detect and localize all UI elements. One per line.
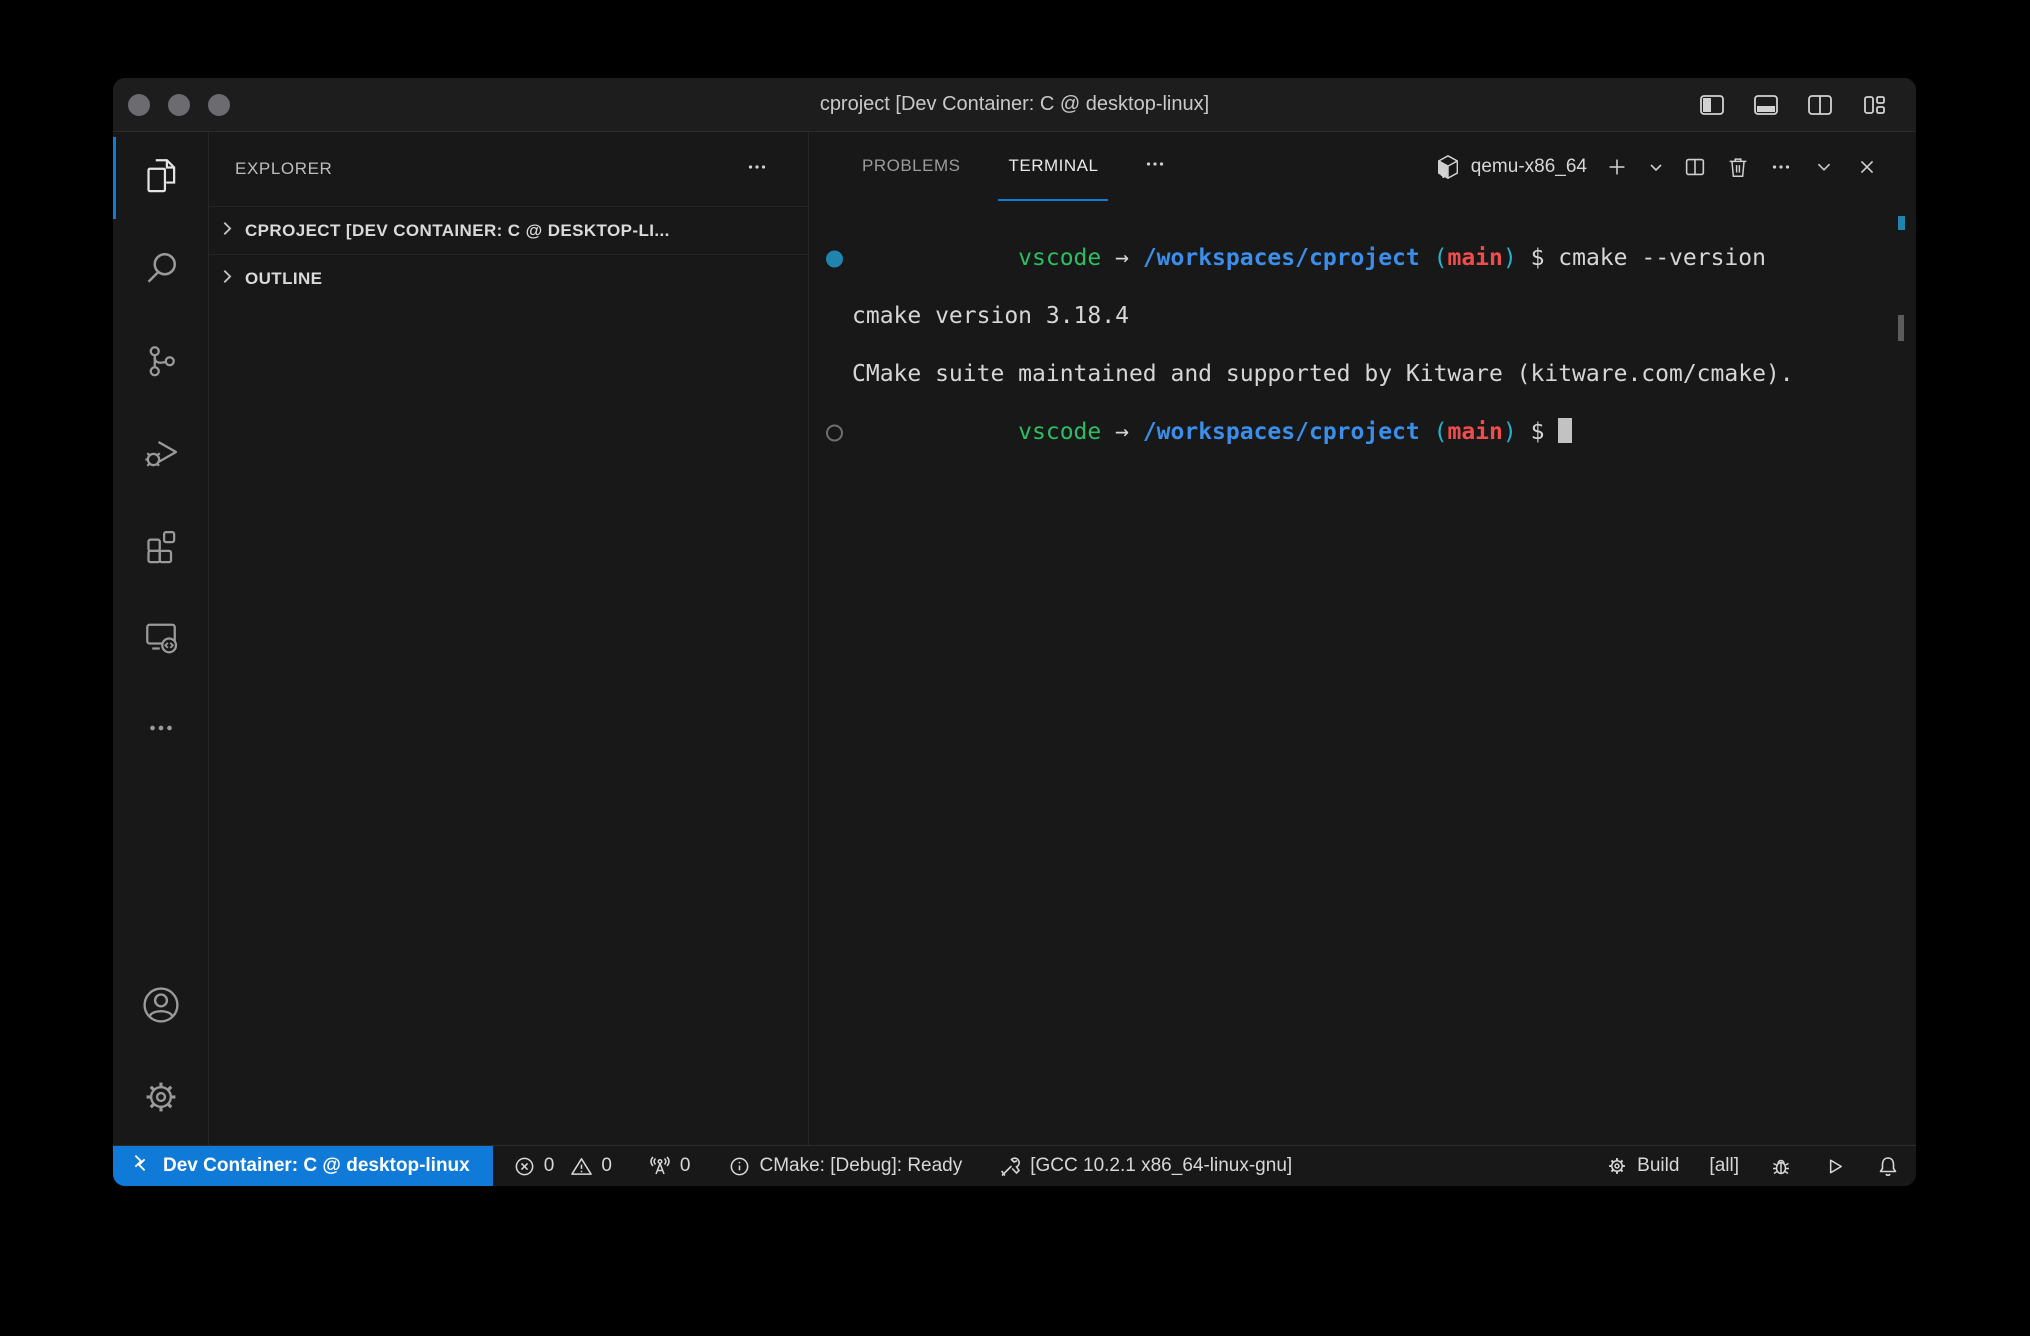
account-icon xyxy=(140,984,182,1031)
bell-icon xyxy=(1876,1154,1900,1178)
warning-triangle-icon xyxy=(570,1155,593,1178)
svg-text:$: $ xyxy=(1441,167,1446,178)
titlebar: cproject [Dev Container: C @ desktop-lin… xyxy=(113,78,1916,132)
terminal-prompt-line: vscode → /workspaces/cproject (main) $ xyxy=(809,389,1916,476)
chevron-right-icon xyxy=(218,267,237,291)
minimize-window-button[interactable] xyxy=(168,94,190,116)
ports-status[interactable]: 0 xyxy=(648,1146,691,1186)
remote-explorer-icon xyxy=(141,616,181,661)
tab-problems[interactable]: PROBLEMS xyxy=(852,132,970,201)
workbench: EXPLORER CPROJECT [DEV CONTAINER: C @ DE… xyxy=(113,132,1916,1145)
vscode-window: cproject [Dev Container: C @ desktop-lin… xyxy=(113,78,1916,1186)
problems-status[interactable]: 0 0 xyxy=(513,1146,612,1186)
activity-bar xyxy=(113,132,209,1145)
run-debug-icon xyxy=(141,432,181,477)
zoom-window-button[interactable] xyxy=(208,94,230,116)
activitybar-remote-explorer[interactable] xyxy=(113,592,208,684)
hide-panel-chevron-icon[interactable] xyxy=(1811,154,1837,180)
terminal-scrollbar[interactable] xyxy=(1898,315,1904,341)
window-title: cproject [Dev Container: C @ desktop-lin… xyxy=(113,93,1916,116)
search-icon xyxy=(141,248,181,293)
desktop: cproject [Dev Container: C @ desktop-lin… xyxy=(0,0,2030,1336)
build-target[interactable]: [all] xyxy=(1709,1155,1739,1177)
terminal-cursor xyxy=(1558,418,1572,443)
launch-play-icon xyxy=(1823,1155,1846,1178)
sidebar-title: EXPLORER xyxy=(235,159,332,179)
terminal-command: cmake --version xyxy=(1558,245,1766,271)
cmake-status-label: CMake: [Debug]: Ready xyxy=(759,1155,962,1177)
more-ellipsis-icon xyxy=(144,711,178,750)
activitybar-more[interactable] xyxy=(113,684,208,776)
terminal-profile-box-icon: $ xyxy=(1435,153,1461,181)
split-editor-icon[interactable] xyxy=(1806,91,1834,119)
explorer-files-icon xyxy=(140,155,182,202)
terminal-session-name: qemu-x86_64 xyxy=(1471,156,1587,178)
cmake-build-button[interactable]: Build xyxy=(1605,1154,1679,1178)
command-decoration-success-icon[interactable] xyxy=(826,250,843,267)
section-workspace-folder[interactable]: CPROJECT [DEV CONTAINER: C @ DESKTOP-LI.… xyxy=(209,206,808,254)
cmake-status[interactable]: CMake: [Debug]: Ready xyxy=(728,1146,962,1186)
close-panel-x-icon[interactable] xyxy=(1854,154,1880,180)
terminal-line: vscode → /workspaces/cproject (main) $ c… xyxy=(809,215,1916,302)
remote-indicator[interactable]: Dev Container: C @ desktop-linux xyxy=(113,1146,493,1186)
activitybar-extensions[interactable] xyxy=(113,500,208,592)
overview-decoration-mark xyxy=(1898,216,1905,230)
info-circle-icon xyxy=(728,1155,751,1178)
settings-gear-icon xyxy=(140,1076,182,1123)
activitybar-source-control[interactable] xyxy=(113,316,208,408)
toggle-panel-icon[interactable] xyxy=(1752,91,1780,119)
panel-header: PROBLEMS TERMINAL xyxy=(809,132,1916,201)
cmake-kit[interactable]: [GCC 10.2.1 x86_64-linux-gnu] xyxy=(998,1146,1292,1186)
remote-indicator-icon xyxy=(128,1151,152,1181)
bottom-panel: PROBLEMS TERMINAL xyxy=(809,132,1916,1145)
close-window-button[interactable] xyxy=(128,94,150,116)
warning-count: 0 xyxy=(601,1155,612,1177)
error-count: 0 xyxy=(544,1155,555,1177)
command-decoration-pending-icon[interactable] xyxy=(826,424,843,441)
kill-terminal-trash-icon[interactable] xyxy=(1725,154,1751,180)
extensions-icon xyxy=(141,524,181,569)
section-outline[interactable]: OUTLINE xyxy=(209,254,808,302)
split-terminal-icon[interactable] xyxy=(1682,154,1708,180)
chevron-right-icon xyxy=(218,219,237,243)
terminal-line xyxy=(809,331,1916,360)
notifications-button[interactable] xyxy=(1876,1154,1900,1178)
cmake-debug-button[interactable] xyxy=(1769,1154,1793,1178)
remote-indicator-label: Dev Container: C @ desktop-linux xyxy=(163,1155,470,1177)
build-gear-icon xyxy=(1605,1154,1629,1178)
toggle-sidebar-icon[interactable] xyxy=(1698,91,1726,119)
launch-profile-chevron-icon[interactable] xyxy=(1647,158,1665,176)
tab-terminal[interactable]: TERMINAL xyxy=(998,132,1108,201)
kit-tools-icon xyxy=(998,1154,1022,1178)
terminal-line: CMake suite maintained and supported by … xyxy=(809,360,1916,389)
section-label: OUTLINE xyxy=(245,269,322,289)
explorer-more-actions-icon[interactable] xyxy=(744,154,770,185)
debug-bug-icon xyxy=(1769,1154,1793,1178)
terminal-output[interactable]: vscode → /workspaces/cproject (main) $ c… xyxy=(809,201,1916,1145)
customize-layout-icon[interactable] xyxy=(1860,91,1888,119)
status-bar: Dev Container: C @ desktop-linux 0 0 xyxy=(113,1145,1916,1186)
panel-more-actions-icon[interactable] xyxy=(1768,154,1794,180)
activitybar-account[interactable] xyxy=(113,961,208,1053)
build-target-label: [all] xyxy=(1709,1155,1739,1177)
cmake-kit-label: [GCC 10.2.1 x86_64-linux-gnu] xyxy=(1030,1155,1292,1177)
sidebar-explorer: EXPLORER CPROJECT [DEV CONTAINER: C @ DE… xyxy=(209,132,809,1145)
ports-radio-tower-icon xyxy=(648,1154,672,1178)
source-control-icon xyxy=(141,340,181,385)
ports-count: 0 xyxy=(680,1155,691,1177)
traffic-lights xyxy=(113,94,230,116)
cmake-launch-button[interactable] xyxy=(1823,1155,1846,1178)
error-circle-x-icon xyxy=(513,1155,536,1178)
section-label: CPROJECT [DEV CONTAINER: C @ DESKTOP-LI.… xyxy=(245,221,670,241)
activitybar-search[interactable] xyxy=(113,224,208,316)
build-label: Build xyxy=(1637,1155,1679,1177)
terminal-session-selector[interactable]: $ qemu-x86_64 xyxy=(1435,153,1587,181)
panel-tabs-more-icon[interactable] xyxy=(1142,151,1168,182)
activitybar-settings[interactable] xyxy=(113,1053,208,1145)
activitybar-run-debug[interactable] xyxy=(113,408,208,500)
activitybar-explorer[interactable] xyxy=(113,132,208,224)
terminal-line: cmake version 3.18.4 xyxy=(809,302,1916,331)
new-terminal-plus-icon[interactable] xyxy=(1604,154,1630,180)
